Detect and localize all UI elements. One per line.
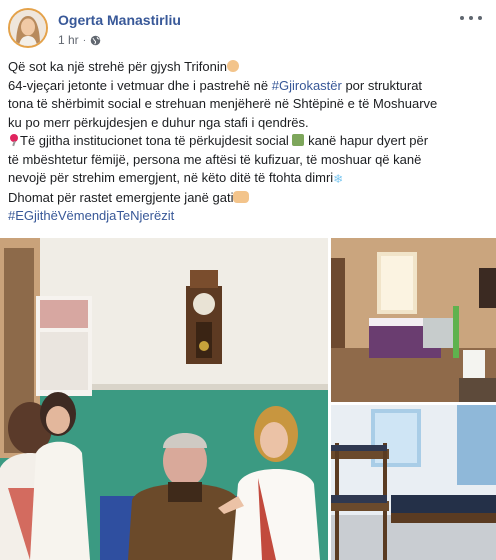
post-meta: 1 hr ·: [58, 33, 101, 47]
post-timestamp[interactable]: 1 hr: [58, 33, 79, 47]
text-line: Dhomat për rastet emergjente janë gati: [8, 189, 488, 208]
post-header: Ogerta Manastirliu 1 hr ·: [8, 8, 488, 52]
photo-bunk-beds[interactable]: [331, 405, 496, 560]
photo-grid: [0, 238, 496, 560]
hashtag-egjithevemendja[interactable]: #EGjithëVëmendjaTeNjerëzit: [8, 208, 174, 223]
hashtag-gjirokaster[interactable]: #Gjirokastër: [272, 78, 342, 93]
house-with-garden-emoji-icon: [292, 134, 305, 146]
text-line: 64-vjeçari jetonte i vetmuar dhe i pastr…: [8, 77, 423, 93]
text-line: #EGjithëVëmendjaTeNjerëzit: [8, 207, 488, 226]
text-line: nevojë për strehim emergjent, në këto di…: [8, 169, 488, 189]
photo-elderly-man-with-staff[interactable]: [0, 238, 328, 560]
text-line: të mbështetur fëmijë, persona me aftësi …: [8, 151, 422, 167]
pushpin-emoji-icon: [8, 134, 20, 146]
raised-hands-emoji-icon: [233, 190, 250, 203]
text-line: tona të shërbimit social e strehuan menj…: [8, 96, 438, 111]
old-man-emoji-icon: [226, 60, 239, 72]
text-line: ku po merr përkujdesjen e duhur nga staf…: [8, 114, 309, 130]
photo-bedroom[interactable]: [331, 238, 496, 402]
post-text: Që sot ka një strehë për gjysh Trifonin …: [8, 58, 488, 226]
globe-icon[interactable]: [90, 35, 101, 46]
more-options-icon[interactable]: [460, 10, 482, 26]
snowflake-emoji-icon: ❄: [333, 172, 344, 186]
author-avatar[interactable]: [8, 8, 48, 48]
text-line: Që sot ka një strehë për gjysh Trifonin: [8, 58, 488, 77]
text-line: Të gjitha institucionet tona të përkujde…: [8, 132, 488, 151]
meta-separator: ·: [82, 34, 87, 46]
author-name[interactable]: Ogerta Manastirliu: [58, 12, 181, 28]
